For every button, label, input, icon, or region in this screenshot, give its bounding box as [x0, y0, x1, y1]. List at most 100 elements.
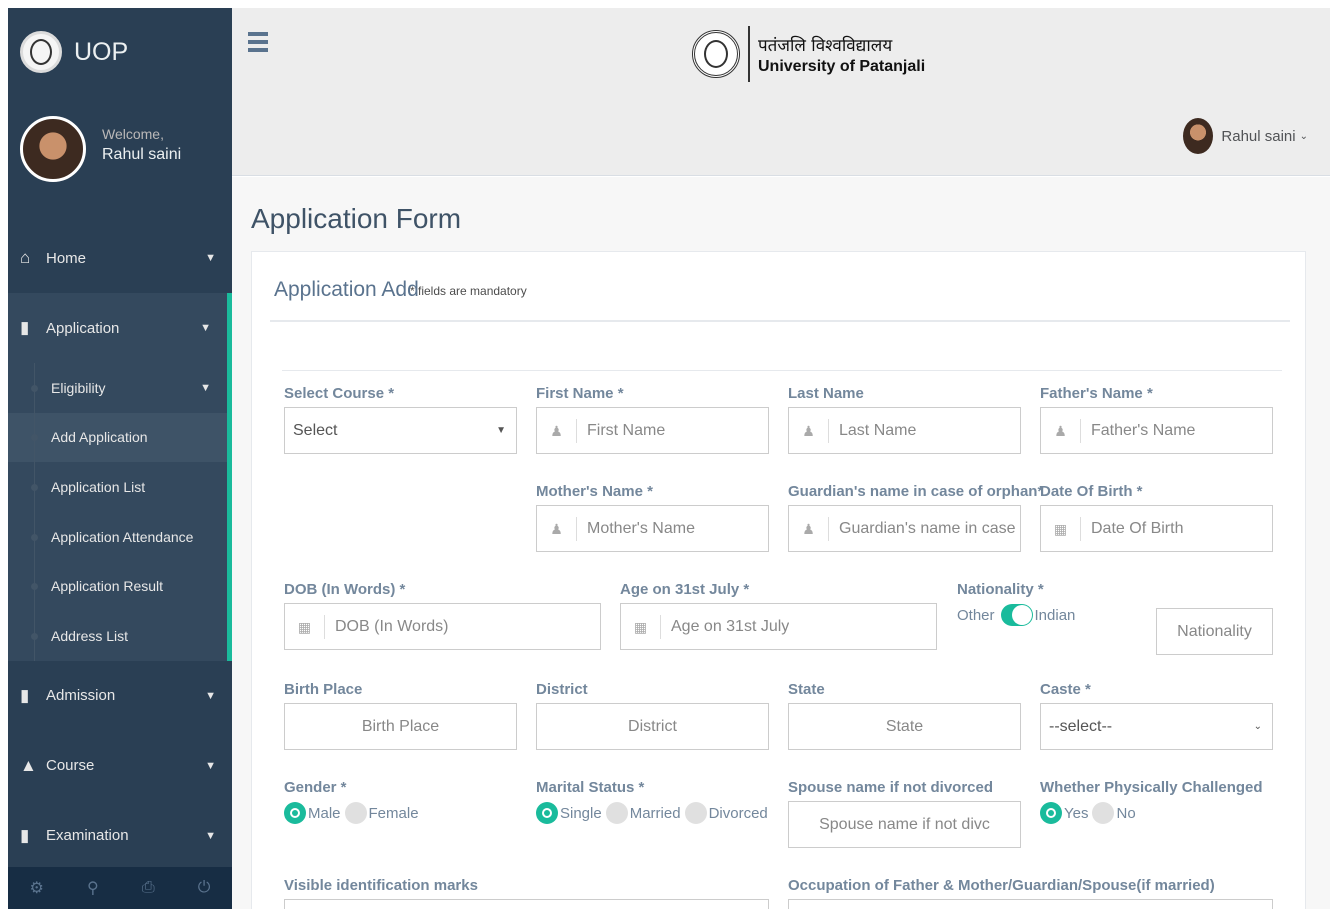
caste-label: Caste * — [1040, 681, 1091, 698]
marital-label: Marital Status * — [536, 779, 645, 796]
father-name-field: Father's Name * ♟ Father's Name — [1040, 385, 1273, 454]
marital-single-label: Single — [560, 804, 602, 822]
dob-words-input[interactable]: ▦ DOB (In Words) — [284, 603, 601, 650]
physically-yes-radio[interactable] — [1040, 802, 1062, 824]
state-input[interactable]: State — [788, 703, 1021, 750]
occupation-input[interactable] — [788, 899, 1273, 909]
father-name-input[interactable]: ♟ Father's Name — [1040, 407, 1273, 454]
welcome-text: Welcome, — [102, 126, 164, 142]
mother-name-input[interactable]: ♟ Mother's Name — [536, 505, 769, 552]
nationality-text-field: Nationality — [1156, 603, 1273, 655]
university-seal — [692, 30, 740, 78]
first-name-field: First Name * ♟ First Name — [536, 385, 769, 454]
physically-no-label: No — [1116, 804, 1136, 822]
application-submenu: Eligibility ▼ Add Application Applicatio… — [8, 363, 232, 661]
sidebar-item-examination[interactable]: ▮ Examination ▼ — [8, 801, 232, 871]
graduation-cap-icon: ▲ — [20, 755, 37, 775]
sidebar-item-label: Application Attendance — [51, 528, 194, 545]
sidebar-subitem-address-list[interactable]: Address List — [8, 610, 227, 661]
first-name-input[interactable]: ♟ First Name — [536, 407, 769, 454]
spouse-input[interactable]: Spouse name if not divc — [788, 801, 1021, 848]
caste-field: Caste * --select-- ⌄ — [1040, 681, 1273, 750]
dob-placeholder: Date Of Birth — [1091, 519, 1184, 537]
user-menu[interactable]: Rahul saini ⌄ — [1183, 118, 1308, 154]
guardian-input[interactable]: ♟ Guardian's name in case — [788, 505, 1021, 552]
dob-field: Date Of Birth * ▦ Date Of Birth — [1040, 483, 1273, 552]
district-field: District District — [536, 681, 769, 750]
search-icon[interactable]: ⚲ — [87, 878, 99, 898]
sidebar-subitem-add-application[interactable]: Add Application — [8, 412, 227, 463]
user-icon: ♟ — [537, 516, 577, 541]
course-select[interactable]: Select ▼ — [284, 407, 517, 454]
brand-name: UOP — [74, 37, 129, 66]
sidebar-item-label: Application List — [51, 478, 146, 495]
user-icon: ♟ — [537, 418, 577, 443]
calendar-icon: ▦ — [621, 614, 661, 639]
course-label: Select Course * — [284, 385, 395, 402]
course-field: Select Course * Select ▼ — [284, 385, 517, 454]
nationality-label: Nationality * — [957, 581, 1044, 598]
state-label: State — [788, 681, 825, 698]
caste-select[interactable]: --select-- ⌄ — [1040, 703, 1273, 750]
district-input[interactable]: District — [536, 703, 769, 750]
dob-words-label: DOB (In Words) * — [284, 581, 406, 598]
home-icon: ⌂ — [20, 248, 31, 267]
user-icon: ♟ — [789, 418, 829, 443]
marital-divorced-radio[interactable] — [684, 802, 707, 824]
power-icon[interactable]: ⏻ — [198, 879, 211, 897]
physically-challenged-label: Whether Physically Challenged — [1040, 779, 1263, 796]
sidebar-item-label: Application Result — [51, 578, 164, 595]
course-value: Select — [293, 421, 338, 439]
sidebar-item-course[interactable]: ▲ Course ▼ — [8, 731, 232, 801]
gender-label: Gender * — [284, 779, 347, 796]
sidebar-item-application[interactable]: ▮ Application ▼ — [8, 293, 232, 363]
sidebar-subitem-eligibility[interactable]: Eligibility ▼ — [8, 363, 227, 413]
father-name-label: Father's Name * — [1040, 385, 1153, 402]
birth-place-input[interactable]: Birth Place — [284, 703, 517, 750]
file-icon: ▮ — [20, 825, 30, 845]
spouse-placeholder: Spouse name if not divc — [819, 815, 990, 833]
mother-name-placeholder: Mother's Name — [587, 519, 695, 537]
user-icon: ♟ — [789, 516, 829, 541]
marks-input[interactable] — [284, 899, 769, 909]
print-icon[interactable]: ⎙ — [142, 879, 155, 897]
last-name-input[interactable]: ♟ Last Name — [788, 407, 1021, 454]
sidebar-item-label: Course — [46, 757, 95, 775]
nationality-toggle[interactable] — [1000, 604, 1033, 626]
marital-married-label: Married — [629, 804, 681, 822]
sidebar-subitem-application-list[interactable]: Application List — [8, 462, 227, 512]
gear-icon[interactable]: ⚙ — [30, 878, 44, 898]
nationality-input[interactable]: Nationality — [1156, 608, 1273, 655]
main-content: Application Form Application Add * field… — [232, 177, 1330, 909]
university-logo: पतंजलि विश्वविद्यालय University of Patan… — [692, 26, 925, 82]
gender-female-radio[interactable] — [344, 802, 367, 824]
brand[interactable]: UOP — [8, 8, 232, 96]
sidebar-item-home[interactable]: ⌂ Home ▼ — [8, 223, 232, 293]
menu-toggle-icon[interactable] — [248, 32, 268, 54]
dob-input[interactable]: ▦ Date Of Birth — [1040, 505, 1273, 552]
profile: Welcome, Rahul saini — [8, 96, 232, 216]
marital-married-radio[interactable] — [605, 802, 628, 824]
sidebar-subitem-application-attendance[interactable]: Application Attendance — [8, 511, 227, 562]
birth-place-field: Birth Place Birth Place — [284, 681, 517, 750]
profile-name: Rahul saini — [102, 146, 182, 163]
sidebar-item-label: Admission — [46, 687, 116, 705]
mandatory-note: * fields are mandatory — [410, 284, 527, 298]
user-icon: ♟ — [1041, 418, 1081, 443]
user-name: Rahul saini — [1221, 127, 1296, 145]
birth-place-placeholder: Birth Place — [361, 717, 440, 735]
marital-single-radio[interactable] — [536, 802, 558, 824]
nationality-indian-label: Indian — [1034, 606, 1076, 624]
chevron-down-icon: ▼ — [200, 322, 211, 334]
sidebar-item-label: Examination — [46, 827, 129, 845]
calendar-icon: ▦ — [285, 614, 325, 639]
father-name-placeholder: Father's Name — [1091, 421, 1196, 439]
gender-male-radio[interactable] — [284, 802, 306, 824]
first-name-label: First Name * — [536, 385, 624, 402]
age-input[interactable]: ▦ Age on 31st July — [620, 603, 937, 650]
chevron-down-icon: ⌄ — [1299, 130, 1308, 142]
physically-no-radio[interactable] — [1092, 802, 1115, 824]
sidebar-item-admission[interactable]: ▮ Admission ▼ — [8, 661, 232, 731]
sidebar-subitem-application-result[interactable]: Application Result — [8, 561, 227, 611]
calendar-icon: ▦ — [1041, 516, 1081, 541]
